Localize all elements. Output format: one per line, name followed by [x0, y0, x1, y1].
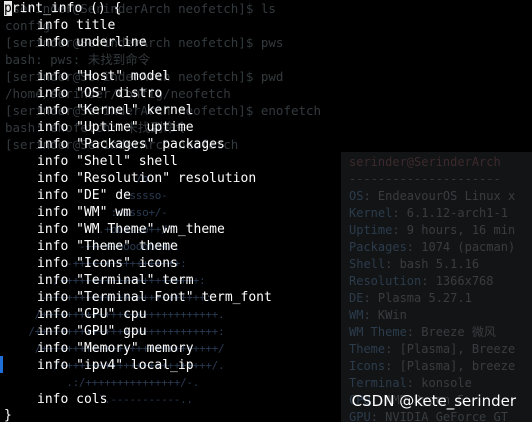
code-line: info "OS" distro	[4, 85, 162, 102]
code-line: info "Icons" icons	[4, 255, 178, 272]
code-line: info "Shell" shell	[4, 153, 178, 170]
code-text: info "WM Theme" wm_theme	[37, 222, 225, 237]
closing-brace: }	[4, 408, 12, 422]
code-line: info "ipv4" local_ip	[4, 357, 194, 374]
code-text: info "Uptime" uptime	[37, 120, 194, 135]
code-text: info "Kernel" kernel	[37, 103, 194, 118]
code-editor[interactable]: print_info () { info title info underline…	[0, 0, 532, 422]
code-text: info "Icons" icons	[37, 256, 178, 271]
code-text: info "Shell" shell	[37, 154, 178, 169]
code-line: info "CPU" cpu	[4, 306, 147, 323]
code-line: info "DE" de	[4, 187, 131, 204]
code-line: info "GPU" gpu	[4, 323, 147, 340]
code-text: info "Theme" theme	[37, 239, 178, 254]
code-text: info "DE" de	[37, 188, 131, 203]
code-text: info "Resolution" resolution	[37, 171, 257, 186]
change-marker	[0, 356, 3, 373]
code-text: info title	[37, 18, 116, 33]
function-header: print_info () {	[4, 0, 121, 17]
cursor-char: p	[4, 1, 12, 16]
code-text: info "Host" model	[37, 69, 171, 84]
code-text: info underline	[37, 35, 147, 50]
code-text: info cols	[37, 392, 108, 407]
code-text: info "OS" distro	[37, 86, 163, 101]
code-line: info "Resolution" resolution	[4, 170, 256, 187]
function-header-text: rint_info () {	[11, 1, 122, 16]
code-line: info "Theme" theme	[4, 238, 178, 255]
code-line: info "WM Theme" wm_theme	[4, 221, 225, 238]
code-text: info "GPU" gpu	[37, 324, 147, 339]
code-line: info "Host" model	[4, 68, 170, 85]
code-line: info cols	[4, 391, 107, 408]
code-line: info "WM" wm	[4, 204, 131, 221]
code-text: info "CPU" cpu	[37, 307, 147, 322]
code-line: info "Terminal" term	[4, 272, 194, 289]
code-text: info "Memory" memory	[37, 341, 194, 356]
watermark: CSDN @kete_serinder	[351, 392, 516, 410]
code-line: info "Kernel" kernel	[4, 102, 194, 119]
code-line: info title	[4, 17, 115, 34]
code-line: info "Memory" memory	[4, 340, 194, 357]
code-line: info "Packages" packages	[4, 136, 225, 153]
code-text: info "Terminal Font" term_font	[37, 290, 272, 305]
code-line: info "Uptime" uptime	[4, 119, 194, 136]
code-line: info "Terminal Font" term_font	[4, 289, 272, 306]
code-text: info "ipv4" local_ip	[37, 358, 194, 373]
code-text: info "Packages" packages	[37, 137, 225, 152]
code-line: info underline	[4, 34, 147, 51]
code-text: info "Terminal" term	[37, 273, 194, 288]
code-text: info "WM" wm	[37, 205, 131, 220]
terminal-window[interactable]: [serinder@SerinderArch neofetch]$ ls con…	[0, 0, 532, 422]
